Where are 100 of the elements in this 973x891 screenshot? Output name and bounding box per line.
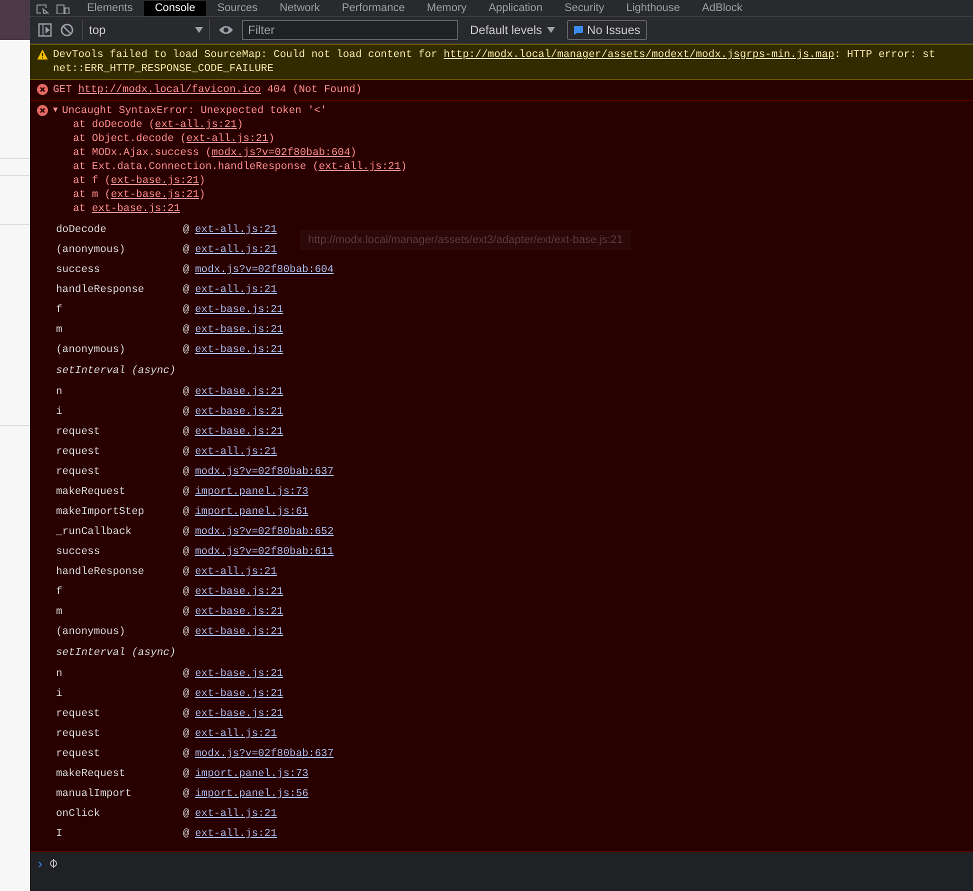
at-sign: @ xyxy=(183,446,190,458)
source-link[interactable]: http://modx.local/manager/assets/modext/modx.jsgrps-min.js.map xyxy=(444,49,834,61)
source-link[interactable]: ext-all.js:21 xyxy=(195,808,277,820)
source-link[interactable]: ext-base.js:21 xyxy=(195,426,284,438)
function-name: (anonymous) xyxy=(56,344,126,356)
at-sign: @ xyxy=(183,788,190,800)
source-link[interactable]: ext-all.js:21 xyxy=(195,828,277,840)
function-name: handleResponse xyxy=(56,284,146,296)
function-name: n xyxy=(56,386,64,398)
at-sign: @ xyxy=(183,828,190,840)
panel-tab[interactable]: Network xyxy=(268,1,331,16)
device-toolbar-icon[interactable] xyxy=(56,4,70,14)
prompt-chevron: › xyxy=(38,856,42,871)
source-link[interactable]: modx.js?v=02f80bab:611 xyxy=(195,546,334,558)
function-name: i xyxy=(56,406,64,418)
source-link[interactable]: http://modx.local/favicon.ico xyxy=(78,84,261,96)
stack-trace-line: at MODx.Ajax.success (modx.js?v=02f80bab:604) xyxy=(72,146,358,160)
source-link[interactable]: ext-base.js:21 xyxy=(195,688,284,700)
function-name: (anonymous) xyxy=(56,244,126,256)
source-link[interactable]: ext-base.js:21 xyxy=(195,304,284,316)
at-sign: @ xyxy=(183,426,190,438)
source-link[interactable]: modx.js?v=02f80bab:637 xyxy=(195,466,334,478)
eye-icon[interactable] xyxy=(218,24,234,36)
function-name: manualImport xyxy=(56,788,133,800)
function-name: request xyxy=(56,708,102,720)
function-name: makeImportStep xyxy=(56,506,146,518)
function-name: f xyxy=(56,304,64,316)
async-label: setInterval (async) xyxy=(56,365,176,377)
source-link[interactable]: ext-base.js:21 xyxy=(195,324,284,336)
source-link[interactable]: import.panel.js:56 xyxy=(195,788,308,800)
source-link[interactable]: ext-base.js:21 xyxy=(195,626,284,638)
function-name: handleResponse xyxy=(56,566,146,578)
at-sign: @ xyxy=(183,324,190,336)
panel-tab[interactable]: Application xyxy=(478,1,554,16)
source-link[interactable]: import.panel.js:73 xyxy=(195,768,308,780)
source-link[interactable]: modx.js?v=02f80bab:637 xyxy=(195,748,334,760)
function-name: success xyxy=(56,546,102,558)
function-name: doDecode xyxy=(56,224,108,236)
source-link[interactable]: ext-all.js:21 xyxy=(318,161,401,173)
panel-tab[interactable]: Performance xyxy=(330,1,416,16)
at-sign: @ xyxy=(183,688,190,700)
panel-tab[interactable]: Memory xyxy=(416,1,478,16)
source-link[interactable]: ext-base.js:21 xyxy=(195,606,284,618)
at-sign: @ xyxy=(183,304,190,316)
source-link[interactable]: ext-all.js:21 xyxy=(195,728,277,740)
source-link[interactable]: ext-all.js:21 xyxy=(195,284,277,296)
at-sign: @ xyxy=(183,406,190,418)
source-link[interactable]: ext-base.js:21 xyxy=(110,175,200,187)
source-link[interactable]: modx.js?v=02f80bab:604 xyxy=(212,147,350,159)
source-link[interactable]: ext-base.js:21 xyxy=(195,406,284,418)
panel-tab[interactable]: Elements xyxy=(76,1,144,16)
clear-console-icon[interactable] xyxy=(60,23,74,37)
source-link[interactable]: ext-base.js:21 xyxy=(110,189,200,201)
error-message: Uncaught SyntaxError: Unexpected token '<' xyxy=(62,104,327,118)
log-levels-dropdown[interactable]: Default levels xyxy=(466,23,560,37)
at-sign: @ xyxy=(183,586,190,598)
at-sign: @ xyxy=(183,606,190,618)
collapse-triangle-icon[interactable]: ▼ xyxy=(53,104,62,118)
at-sign: @ xyxy=(183,626,190,638)
source-link[interactable]: ext-all.js:21 xyxy=(195,224,277,236)
source-link[interactable]: import.panel.js:61 xyxy=(195,506,308,518)
caret-icon xyxy=(547,27,556,33)
panel-tab[interactable]: AdBlock xyxy=(691,1,754,16)
at-sign: @ xyxy=(183,708,190,720)
context-dropdown[interactable]: top xyxy=(82,20,210,40)
stack-trace-line: at ext-base.js:21 xyxy=(72,202,182,216)
source-link[interactable]: ext-base.js:21 xyxy=(195,586,284,598)
sidebar-toggle-icon[interactable] xyxy=(38,23,52,37)
source-link[interactable]: ext-all.js:21 xyxy=(195,446,277,458)
source-link[interactable]: modx.js?v=02f80bab:652 xyxy=(195,526,334,538)
at-sign: @ xyxy=(183,224,190,236)
stack-trace-line: at m (ext-base.js:21) xyxy=(72,188,206,202)
at-sign: @ xyxy=(183,728,190,740)
source-link[interactable]: ext-all.js:21 xyxy=(195,244,277,256)
source-link[interactable]: ext-base.js:21 xyxy=(195,344,284,356)
caret-icon xyxy=(195,27,203,33)
source-link[interactable]: ext-all.js:21 xyxy=(154,119,237,131)
error-icon xyxy=(37,84,48,95)
at-sign: @ xyxy=(183,546,190,558)
stack-trace-line: at Ext.data.Connection.handleResponse (ext-all.js:21) xyxy=(72,160,407,174)
source-link[interactable]: ext-all.js:21 xyxy=(186,133,268,145)
source-link[interactable]: ext-base.js:21 xyxy=(92,203,180,215)
inspect-icon[interactable] xyxy=(36,4,50,14)
at-sign: @ xyxy=(183,386,190,398)
function-name: onClick xyxy=(56,808,102,820)
panel-tab[interactable]: Console xyxy=(144,1,206,16)
source-link[interactable]: ext-all.js:21 xyxy=(195,566,277,578)
source-link[interactable]: ext-base.js:21 xyxy=(195,386,284,398)
source-link[interactable]: modx.js?v=02f80bab:604 xyxy=(195,264,334,276)
function-name: makeRequest xyxy=(56,486,126,498)
source-link[interactable]: import.panel.js:73 xyxy=(195,486,308,498)
panel-tab[interactable]: Sources xyxy=(206,1,269,16)
issues-button[interactable]: No Issues xyxy=(567,20,648,40)
function-name: request xyxy=(56,748,102,760)
function-name: n xyxy=(56,668,64,680)
source-link[interactable]: ext-base.js:21 xyxy=(195,708,284,720)
filter-field[interactable]: Filter xyxy=(242,20,458,40)
panel-tab[interactable]: Lighthouse xyxy=(615,1,692,16)
source-link[interactable]: ext-base.js:21 xyxy=(195,668,284,680)
panel-tab[interactable]: Security xyxy=(553,1,616,16)
